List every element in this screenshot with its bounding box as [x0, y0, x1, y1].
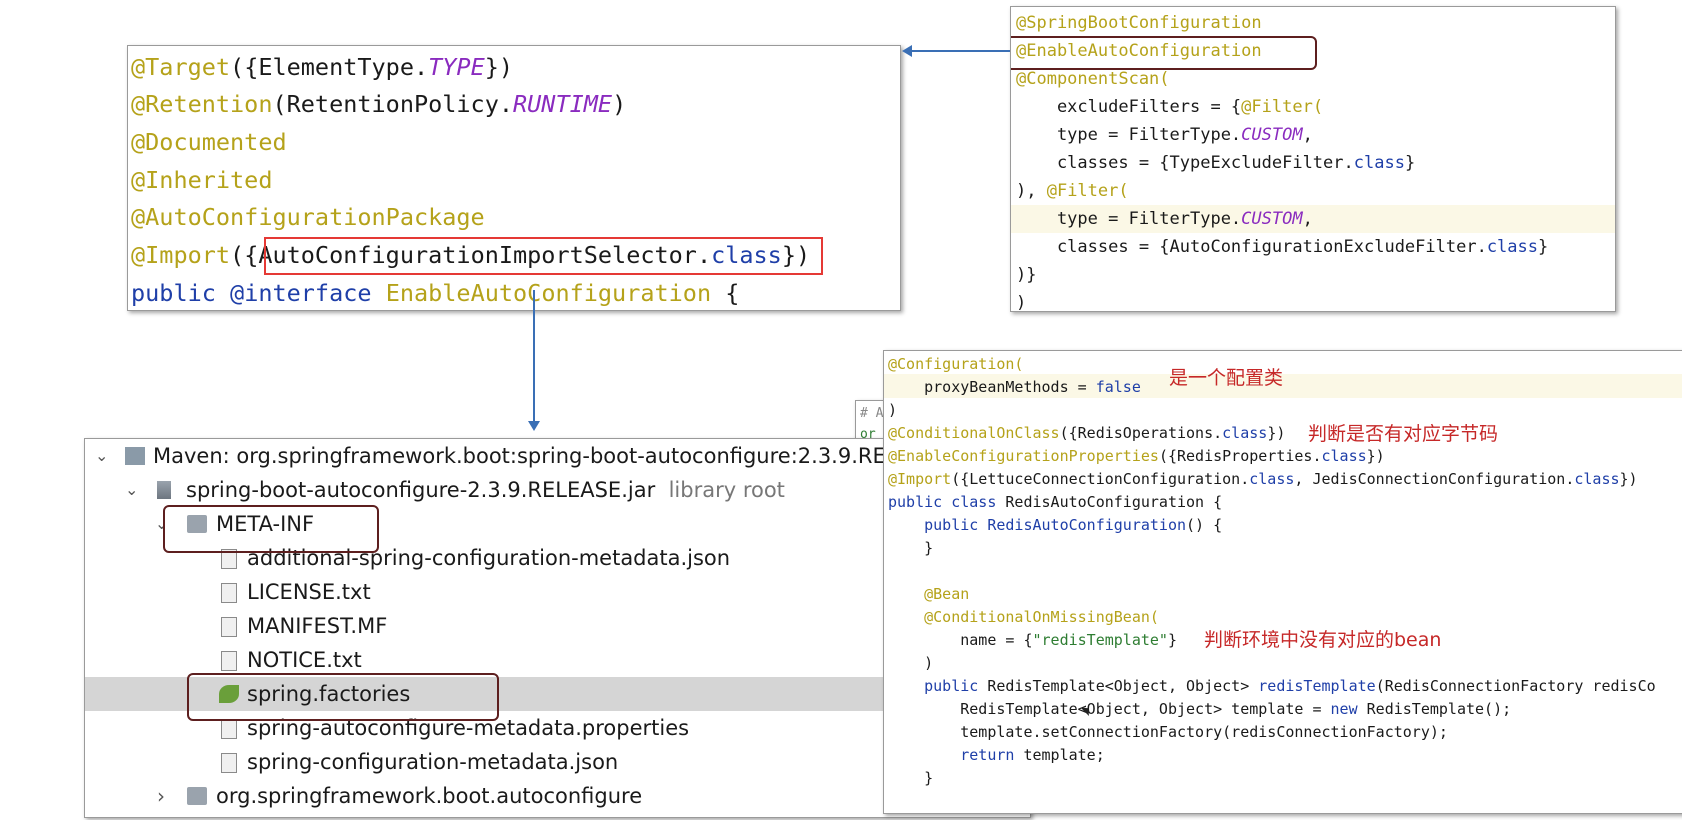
spring-factories-highlight-box: [187, 673, 499, 721]
chevron-down-icon[interactable]: ⌄: [125, 473, 138, 507]
code-line: ): [1016, 293, 1027, 312]
code-line: type = FilterType.CUSTOM,: [1016, 209, 1313, 229]
redis-autoconfiguration-code-panel: @Configuration( proxyBeanMethods = false…: [883, 350, 1682, 814]
text-file-icon: [221, 651, 237, 671]
chevron-down-icon[interactable]: ⌄: [95, 439, 108, 473]
code-line: @EnableConfigurationProperties({RedisPro…: [888, 447, 1385, 465]
enable-autoconfiguration-code-panel: @Target({ElementType.TYPE}) @Retention(R…: [127, 45, 901, 311]
connector-arrow-line: [912, 50, 1010, 52]
code-line: classes = {TypeExcludeFilter.class}: [1016, 153, 1416, 173]
code-line: )}: [1016, 265, 1037, 285]
annotation-note: 判断是否有对应字节码: [1308, 423, 1499, 445]
import-selector-highlight-box: [264, 237, 823, 275]
code-line: @Retention(RetentionPolicy.RUNTIME): [131, 90, 627, 118]
code-line: @Target({ElementType.TYPE}): [131, 53, 514, 81]
code-line: return template;: [888, 746, 1105, 764]
code-line: public RedisAutoConfiguration() {: [888, 516, 1223, 534]
code-line: @ConditionalOnMissingBean(: [888, 608, 1159, 626]
code-line: ): [888, 401, 898, 419]
code-line: excludeFilters = {@Filter(: [1016, 97, 1324, 117]
chevron-right-icon[interactable]: ›: [157, 779, 165, 813]
spring-boot-application-code-panel: @SpringBootConfiguration @EnableAutoConf…: [1010, 6, 1616, 312]
code-line: @Bean: [888, 585, 970, 603]
code-line: @Documented: [131, 128, 287, 156]
meta-inf-highlight-box: [163, 505, 379, 553]
code-line: public class RedisAutoConfiguration {: [888, 493, 1223, 511]
code-line: type = FilterType.CUSTOM,: [1016, 125, 1313, 145]
code-line: @AutoConfigurationPackage: [131, 203, 485, 231]
connector-arrow-line: [533, 290, 535, 423]
annotation-note: 是一个配置类: [1169, 367, 1284, 389]
code-line: public @interface EnableAutoConfiguratio…: [131, 279, 740, 307]
annotation-note: 判断环境中没有对应的bean: [1204, 629, 1442, 651]
code-line: @Configuration(: [888, 355, 1024, 373]
properties-file-icon: [221, 719, 237, 739]
code-line: }: [888, 769, 934, 787]
jar-icon: [157, 481, 171, 499]
code-line: @Inherited: [131, 166, 273, 194]
code-line: @SpringBootConfiguration: [1016, 13, 1262, 33]
code-line: name = {"redisTemplate"}: [888, 631, 1177, 649]
code-line: public RedisTemplate<Object, Object> red…: [888, 677, 1656, 695]
code-line: ), @Filter(: [1016, 181, 1129, 201]
package-folder-icon: [187, 787, 207, 805]
code-line: @ConditionalOnClass({RedisOperations.cla…: [888, 424, 1286, 442]
code-line: }: [888, 539, 934, 557]
arrow-head-left-icon: [902, 45, 912, 57]
code-line: template.setConnectionFactory(redisConne…: [888, 723, 1448, 741]
code-line: ): [888, 654, 934, 672]
library-icon: [125, 447, 145, 465]
enable-autoconfig-highlight-box: [1011, 36, 1317, 70]
code-line: classes = {AutoConfigurationExcludeFilte…: [1016, 237, 1549, 257]
json-file-icon: [221, 753, 237, 773]
text-file-icon: [221, 583, 237, 603]
code-line: proxyBeanMethods = false: [888, 378, 1141, 396]
code-line: @Import({LettuceConnectionConfiguration.…: [888, 470, 1638, 488]
manifest-file-icon: [221, 617, 237, 637]
code-line: RedisTemplate<Object, Object> template =…: [888, 700, 1512, 718]
arrow-head-down-icon: [528, 421, 540, 431]
